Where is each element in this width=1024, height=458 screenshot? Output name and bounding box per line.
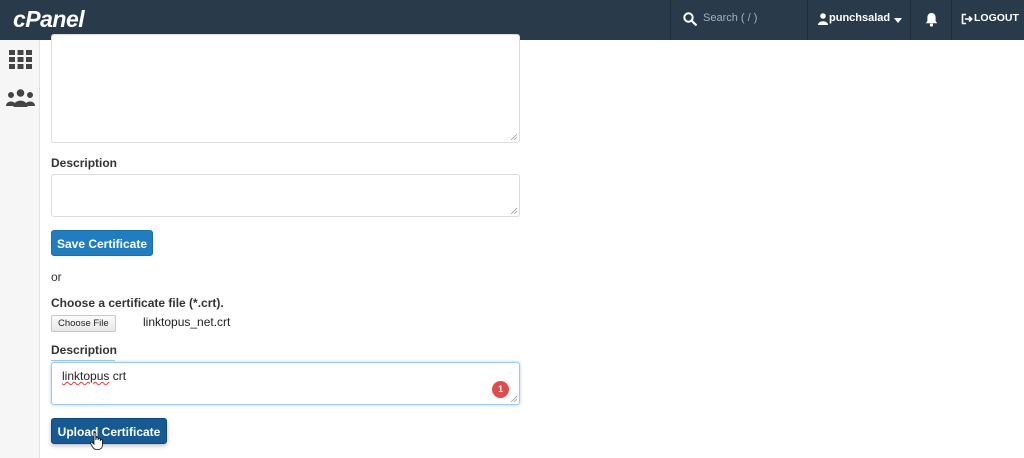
bell-icon xyxy=(925,13,938,27)
notification-badge[interactable]: 1 xyxy=(492,381,509,398)
label-focus-underline xyxy=(51,360,115,361)
description-label: Description xyxy=(51,343,118,357)
cpanel-logo[interactable]: cPanel xyxy=(13,6,85,33)
logout-button[interactable]: LOGOUT xyxy=(951,0,1024,40)
user-menu[interactable]: punchsalad xyxy=(807,0,910,40)
left-sidebar xyxy=(0,40,40,458)
logout-icon xyxy=(961,13,973,25)
search-placeholder: Search ( / ) xyxy=(703,12,758,24)
chosen-file-name: linktopus_net.crt xyxy=(143,315,231,329)
resize-handle-icon[interactable] xyxy=(510,207,517,214)
choose-file-button[interactable]: Choose File xyxy=(51,315,116,332)
apps-grid-icon[interactable] xyxy=(9,50,32,69)
description-value: linktopus crt xyxy=(62,369,126,383)
save-certificate-button[interactable]: Save Certificate xyxy=(51,230,153,256)
description-value-rest: crt xyxy=(109,369,127,383)
upload-description-textarea[interactable]: linktopus crt 1 xyxy=(51,362,520,405)
description-textarea[interactable] xyxy=(51,174,520,217)
users-icon[interactable] xyxy=(6,89,35,107)
logout-label: LOGOUT xyxy=(974,12,1019,24)
or-separator: or xyxy=(51,270,62,284)
resize-handle-icon[interactable] xyxy=(510,395,517,402)
choose-file-label: Choose a certificate file (*.crt). xyxy=(51,296,224,310)
description-label: Description xyxy=(51,156,118,170)
notifications-button[interactable] xyxy=(910,0,951,40)
certificate-form: Description Save Certificate or Choose a… xyxy=(40,34,1024,458)
caret-down-icon xyxy=(894,18,902,23)
resize-handle-icon[interactable] xyxy=(510,133,517,140)
upload-certificate-button[interactable]: Upload Certificate xyxy=(51,418,167,444)
search-icon xyxy=(683,12,697,26)
search-box[interactable]: Search ( / ) xyxy=(670,0,807,40)
misspelled-word: linktopus xyxy=(62,369,110,383)
username-label: punchsalad xyxy=(829,12,891,24)
user-icon xyxy=(818,13,828,25)
hand-cursor-icon xyxy=(90,432,103,450)
certificate-textarea[interactable] xyxy=(51,34,520,143)
